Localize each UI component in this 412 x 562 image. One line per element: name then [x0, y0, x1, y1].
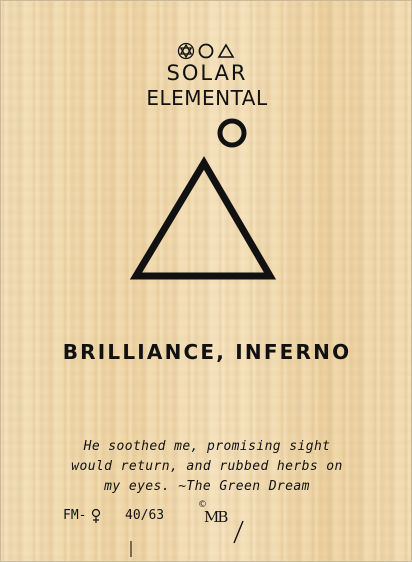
- slash-mark-icon: [233, 520, 244, 544]
- venus-icon: [91, 508, 101, 523]
- tick-mark-icon: [130, 541, 132, 557]
- flavor-line: would return, and rubbed herbs on: [71, 459, 343, 474]
- flavor-line: my eyes. ~The Green Dream: [104, 479, 310, 494]
- circle-icon: [198, 43, 214, 59]
- sun-over-triangle-icon: [129, 118, 277, 280]
- sun-circle-icon: [217, 118, 247, 148]
- artist-signature: MB: [204, 508, 228, 526]
- hexagram-in-circle-icon: [177, 42, 195, 60]
- card-title-line-1: SOLAR: [166, 61, 248, 85]
- fire-triangle-icon: [129, 156, 277, 280]
- flavor-text: He soothed me, promising sight would ret…: [41, 437, 373, 497]
- card-title-line-2: ELEMENTAL: [146, 86, 268, 110]
- card: SOLAR ELEMENTAL BRILLIANCE, INFERNO He s…: [0, 0, 412, 562]
- set-code: FM-: [63, 508, 87, 523]
- card-effect: BRILLIANCE, INFERNO: [62, 340, 352, 364]
- triangle-icon: [217, 43, 235, 58]
- element-symbols: [177, 42, 235, 60]
- flavor-line: He soothed me, promising sight: [83, 439, 331, 454]
- card-number: 40/63: [125, 508, 165, 523]
